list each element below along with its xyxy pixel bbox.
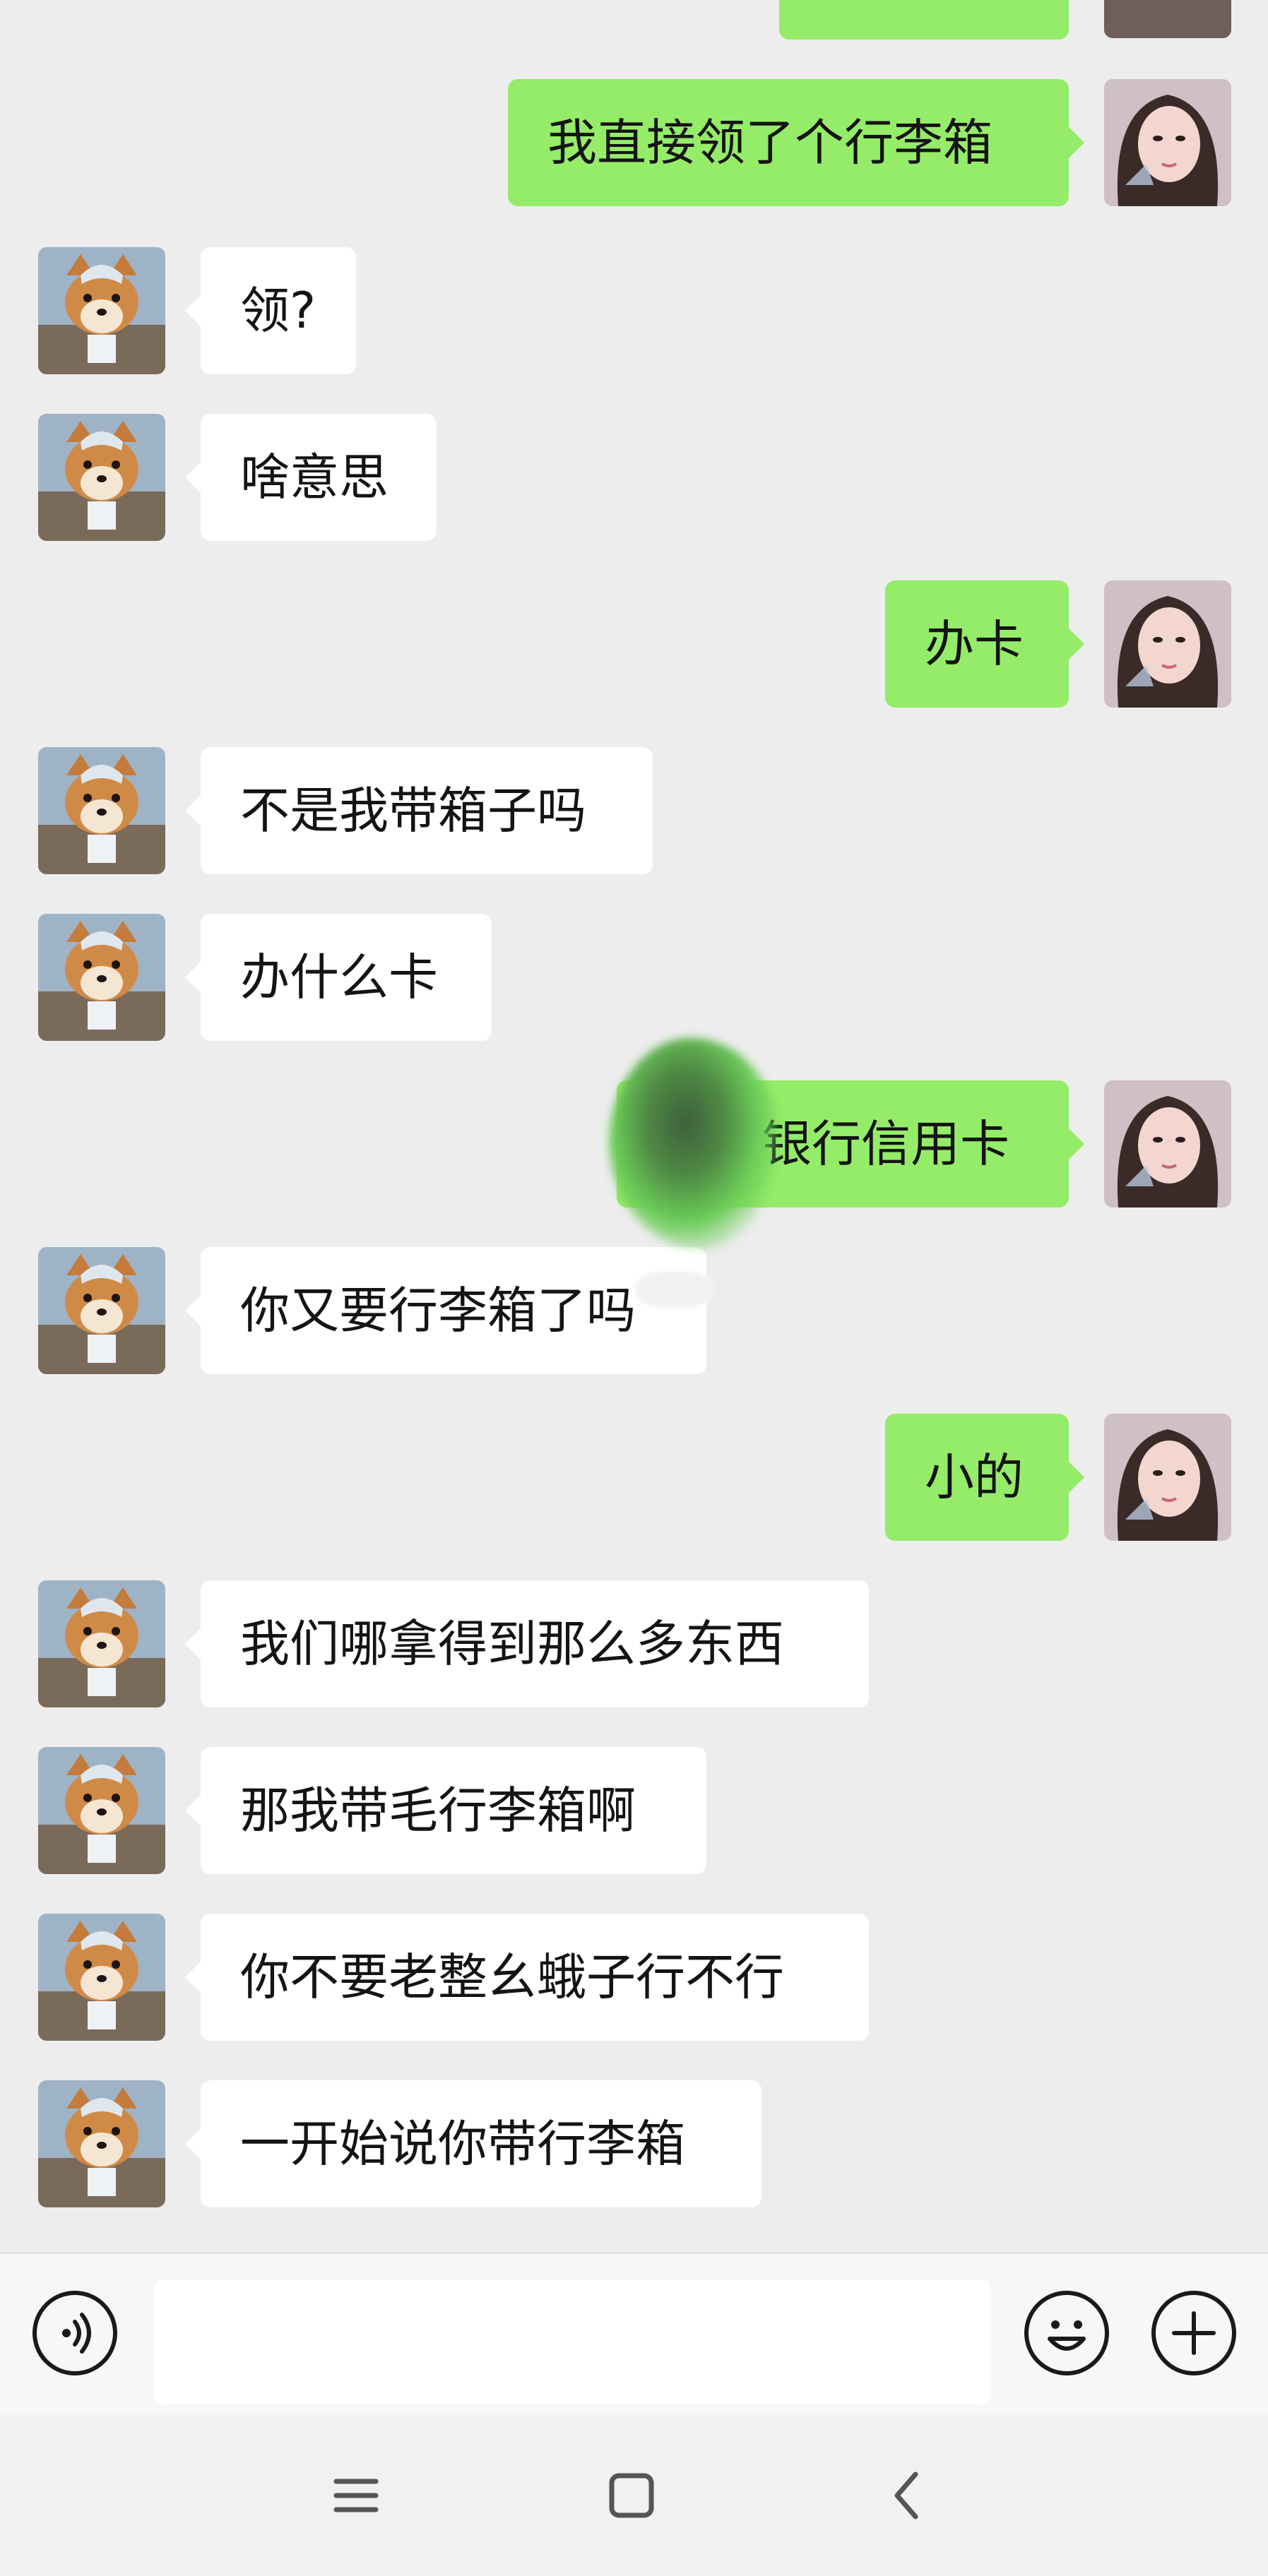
message-row: 小的 — [0, 1414, 1268, 1541]
home-icon — [609, 2473, 654, 2518]
outgoing-message-bubble[interactable]: 我直接领了个行李箱 — [508, 79, 1084, 206]
recent-apps-button[interactable] — [321, 2460, 391, 2531]
shiba-dog-avatar[interactable] — [38, 1580, 165, 1707]
message-row: 办什么卡 — [0, 914, 1268, 1041]
incoming-message-bubble[interactable]: 不是我带箱子吗 — [185, 747, 653, 874]
girl-avatar[interactable] — [1104, 1080, 1231, 1208]
voice-button[interactable] — [32, 2291, 117, 2375]
redaction-scribble — [609, 1038, 778, 1250]
system-navigation-bar — [0, 2415, 1268, 2576]
message-row: 你又要行李箱了吗 — [0, 1247, 1268, 1374]
message-row: 领? — [0, 247, 1268, 374]
message-row: 不是我带箱子吗 — [0, 747, 1268, 874]
shiba-dog-avatar[interactable] — [38, 247, 165, 374]
message-row: 我们哪拿得到那么多东西 — [0, 1580, 1268, 1707]
incoming-message-bubble[interactable]: 你不要老整幺蛾子行不行 — [185, 1914, 869, 2041]
previous-message-bubble — [779, 0, 1069, 40]
message-row: 办卡 — [0, 580, 1268, 708]
message-row: 一开始说你带行李箱 — [0, 2080, 1268, 2207]
shiba-dog-avatar[interactable] — [38, 414, 165, 541]
back-button[interactable] — [872, 2460, 942, 2531]
message-row: 我直接领了个行李箱 — [0, 79, 1268, 206]
girl-avatar[interactable] — [1104, 1414, 1231, 1541]
shiba-dog-avatar[interactable] — [38, 747, 165, 874]
message-row: 啥意思 — [0, 414, 1268, 541]
plus-icon — [1172, 2311, 1216, 2355]
girl-avatar[interactable] — [1104, 79, 1231, 206]
incoming-message-bubble[interactable]: 啥意思 — [185, 414, 437, 541]
chat-area[interactable]: 我直接领了个行李箱 领? 啥意思 办卡 不是我带箱子吗 办什么卡 银行信用卡 你… — [0, 0, 1268, 2253]
emoji-icon — [1048, 2320, 1086, 2351]
girl-avatar[interactable] — [1104, 580, 1231, 708]
shiba-dog-avatar[interactable] — [38, 1914, 165, 2041]
incoming-message-bubble[interactable]: 我们哪拿得到那么多东西 — [185, 1580, 869, 1707]
outgoing-message-bubble[interactable]: 办卡 — [885, 580, 1084, 708]
emoji-button[interactable] — [1024, 2291, 1109, 2375]
previous-message-avatar — [1104, 0, 1231, 38]
voice-icon — [62, 2313, 91, 2354]
back-icon — [894, 2471, 918, 2520]
menu-icon — [333, 2479, 379, 2512]
more-options-button[interactable] — [1151, 2291, 1236, 2375]
incoming-message-bubble[interactable]: 办什么卡 — [185, 914, 492, 1041]
message-row: 那我带毛行李箱啊 — [0, 1747, 1268, 1874]
incoming-message-bubble[interactable]: 一开始说你带行李箱 — [185, 2080, 762, 2207]
message-text-input[interactable] — [154, 2279, 990, 2404]
incoming-message-bubble[interactable]: 领? — [185, 247, 356, 374]
shiba-dog-avatar[interactable] — [38, 914, 165, 1041]
incoming-message-bubble[interactable]: 你又要行李箱了吗 — [185, 1247, 706, 1374]
incoming-message-bubble[interactable]: 那我带毛行李箱啊 — [185, 1747, 706, 1874]
home-button[interactable] — [596, 2460, 667, 2531]
message-row: 你不要老整幺蛾子行不行 — [0, 1914, 1268, 2041]
shiba-dog-avatar[interactable] — [38, 1747, 165, 1874]
redaction-smudge — [636, 1271, 713, 1308]
outgoing-message-bubble[interactable]: 小的 — [885, 1414, 1084, 1541]
shiba-dog-avatar[interactable] — [38, 2080, 165, 2207]
shiba-dog-avatar[interactable] — [38, 1247, 165, 1374]
message-input-bar — [0, 2253, 1268, 2416]
